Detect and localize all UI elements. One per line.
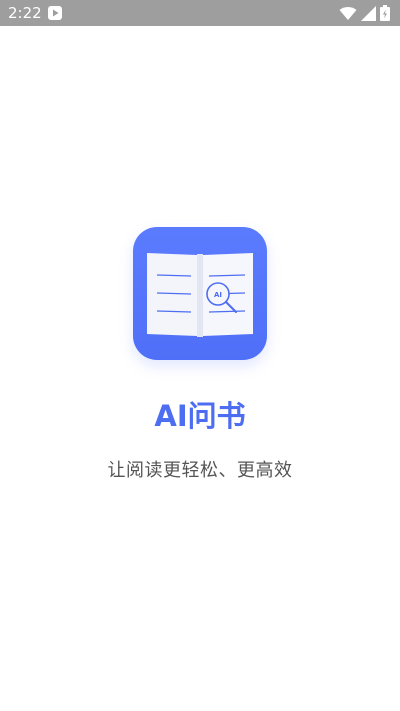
status-icons xyxy=(339,5,390,21)
status-bar: 2:22 xyxy=(0,0,400,26)
status-time: 2:22 xyxy=(8,4,42,22)
signal-icon xyxy=(361,5,376,21)
magnifier-label: AI xyxy=(214,291,222,299)
play-icon xyxy=(48,6,62,20)
book-magnifier-icon: AI xyxy=(147,253,253,337)
app-tagline: 让阅读更轻松、更高效 xyxy=(107,460,293,481)
battery-icon xyxy=(380,5,390,21)
app-name: AI问书 xyxy=(154,399,246,433)
wifi-icon xyxy=(339,6,357,20)
app-logo: AI xyxy=(133,227,267,360)
